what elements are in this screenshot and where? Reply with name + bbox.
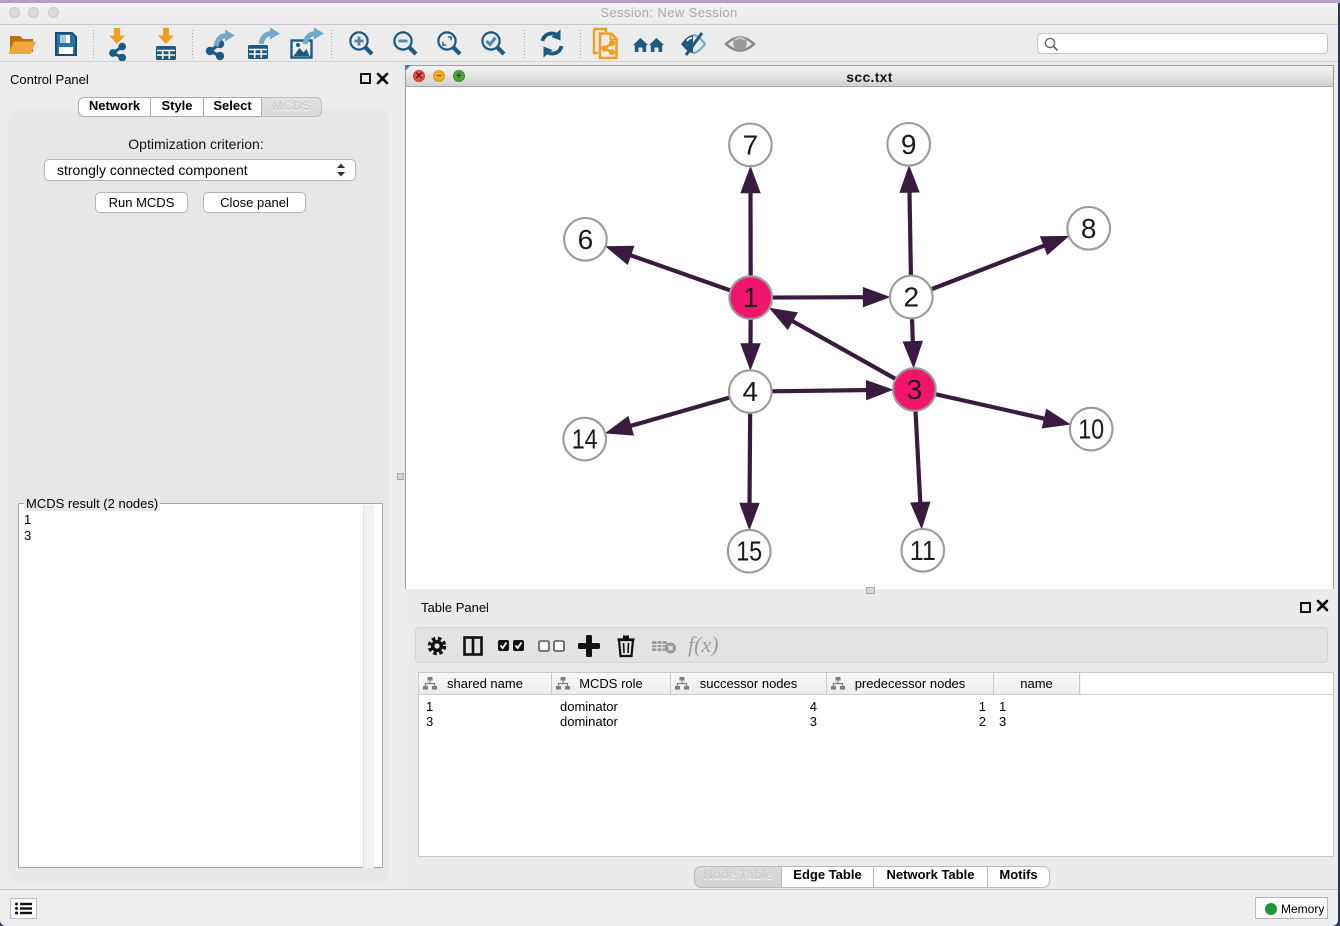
svg-text:14: 14: [572, 424, 598, 455]
svg-text:4: 4: [743, 376, 759, 407]
svg-text:3: 3: [907, 374, 923, 405]
svg-text:6: 6: [578, 224, 594, 255]
svg-text:1: 1: [743, 282, 759, 313]
svg-text:11: 11: [910, 535, 936, 566]
svg-text:8: 8: [1081, 213, 1097, 244]
svg-text:2: 2: [904, 282, 920, 313]
svg-text:9: 9: [901, 129, 917, 160]
svg-text:7: 7: [743, 129, 759, 160]
svg-text:10: 10: [1078, 414, 1104, 445]
svg-text:15: 15: [736, 536, 762, 567]
